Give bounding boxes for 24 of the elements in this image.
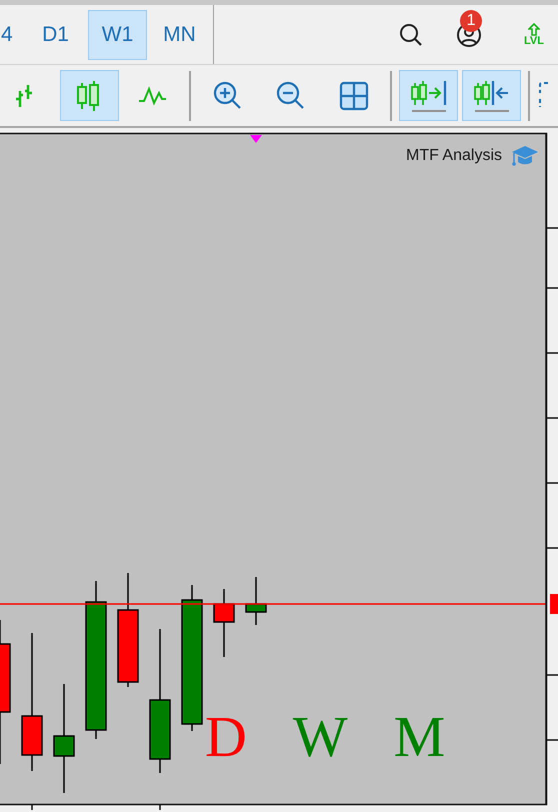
up-arrow-icon <box>528 22 540 36</box>
search-icon[interactable] <box>398 22 424 48</box>
marker-icon <box>250 135 262 143</box>
timeframe-tab[interactable]: MN <box>150 10 209 60</box>
candlestick <box>213 589 235 657</box>
chart-shift-icon <box>472 78 510 112</box>
timeframe-letter: M <box>394 708 446 766</box>
autoscroll-icon <box>410 78 448 112</box>
timeframe-tab[interactable]: W1 <box>88 10 147 60</box>
zoom-out-icon <box>276 80 306 110</box>
timeframe-letter: W <box>292 708 348 766</box>
price-marker <box>550 594 558 614</box>
timeframe-letter: D <box>205 708 247 766</box>
timeframe-tab[interactable]: D1 <box>26 10 85 60</box>
grid-icon <box>338 80 368 110</box>
candlestick <box>245 577 267 625</box>
zoom-in-icon <box>212 80 242 110</box>
level-button[interactable]: LVL <box>524 22 544 46</box>
timeframe-tab[interactable]: 4 <box>0 10 23 60</box>
graduation-cap-icon <box>510 144 540 168</box>
indicator-label: MTF Analysis <box>406 146 502 166</box>
toolbar-button[interactable] <box>399 70 458 121</box>
notification-badge: 1 <box>460 10 482 32</box>
toolbar-button[interactable] <box>462 70 521 121</box>
